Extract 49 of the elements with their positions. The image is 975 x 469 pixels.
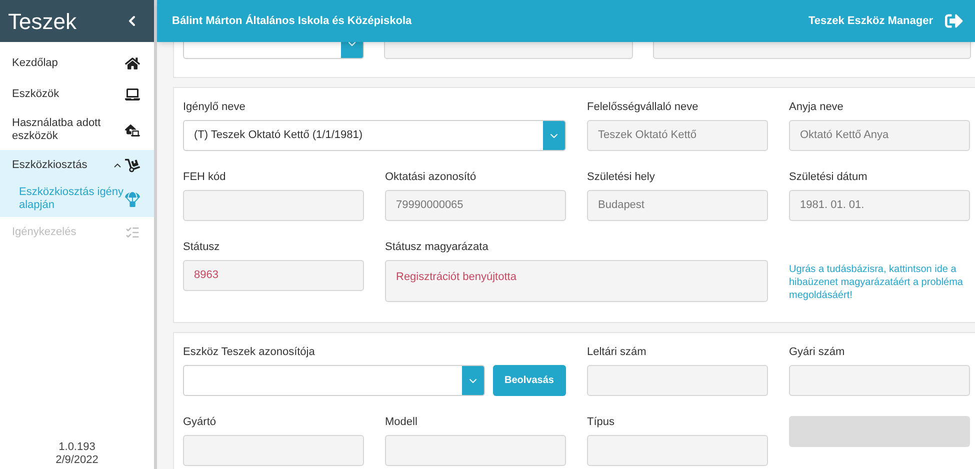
- sidebar-item[interactable]: Használatba adott eszközök: [0, 110, 154, 150]
- logout-icon[interactable]: [945, 12, 963, 30]
- field-label: Státusz: [183, 241, 221, 254]
- input-field[interactable]: 8963: [183, 260, 364, 291]
- input-field[interactable]: [587, 365, 768, 396]
- school-name: Bálint Márton Általános Iskola és Középiskola: [172, 13, 412, 29]
- select-field[interactable]: [183, 365, 485, 396]
- home-icon: [125, 56, 140, 71]
- app-logo-title: Teszek: [8, 8, 76, 36]
- laptop-icon: [125, 87, 140, 102]
- house-laptop-icon: [125, 122, 140, 138]
- text-area[interactable]: Regisztrációt benyújtotta: [385, 260, 768, 302]
- scan-button[interactable]: Beolvasás: [492, 365, 566, 396]
- input-field[interactable]: [587, 435, 768, 466]
- field-label: Státusz magyarázata: [385, 241, 490, 254]
- input-field[interactable]: Oktató Kettő Anya: [789, 120, 970, 151]
- field-label: Leltári szám: [587, 346, 648, 359]
- field-label: Felelősségvállaló neve: [587, 101, 700, 114]
- field-label: Gyártó: [183, 416, 218, 429]
- field-label: Eszköz Teszek azonosítója: [183, 346, 316, 359]
- field-label: Igénylő neve: [183, 101, 246, 114]
- field-label: Oktatási azonosító: [385, 171, 478, 184]
- input-field[interactable]: [183, 435, 364, 466]
- dropdown-button[interactable]: [462, 366, 484, 395]
- knowledge-base-link[interactable]: Ugrás a tudásbázisra, kattintson ide a hibaüzenet magyarázatáért a probléma megoldásáért!: [789, 263, 970, 302]
- field-label: Típus: [587, 416, 616, 429]
- field-label: Gyári szám: [789, 346, 846, 359]
- input-field[interactable]: [385, 435, 566, 466]
- input-field[interactable]: [183, 190, 364, 221]
- build-date: 2/9/2022: [56, 454, 98, 467]
- version-text: 1.0.193: [58, 441, 96, 454]
- app-name: Teszek Eszköz Manager: [808, 14, 933, 29]
- input-field[interactable]: 1981. 01. 01.: [789, 190, 970, 221]
- parachute-box-icon: [125, 192, 140, 206]
- field-label: FEH kód: [183, 171, 227, 184]
- field-label: Születési hely: [587, 171, 656, 184]
- input-field[interactable]: 79990000065: [385, 190, 566, 221]
- dolly-icon: [125, 158, 140, 173]
- input-field[interactable]: [789, 365, 970, 396]
- field-label: Modell: [385, 416, 418, 429]
- sidebar-item[interactable]: Eszközök: [0, 79, 154, 110]
- field-label: Születési dátum: [789, 171, 868, 184]
- field-label: Anyja neve: [789, 101, 844, 114]
- input-field[interactable]: Teszek Oktató Kettő: [587, 120, 768, 151]
- checklist-icon: [125, 225, 140, 240]
- select-field[interactable]: (T) Teszek Oktató Kettő (1/1/1981): [183, 120, 566, 151]
- input-field[interactable]: Budapest: [587, 190, 768, 221]
- sidebar-item[interactable]: Eszközkiosztás: [0, 150, 154, 181]
- sidebar-item[interactable]: Kezdőlap: [0, 48, 154, 79]
